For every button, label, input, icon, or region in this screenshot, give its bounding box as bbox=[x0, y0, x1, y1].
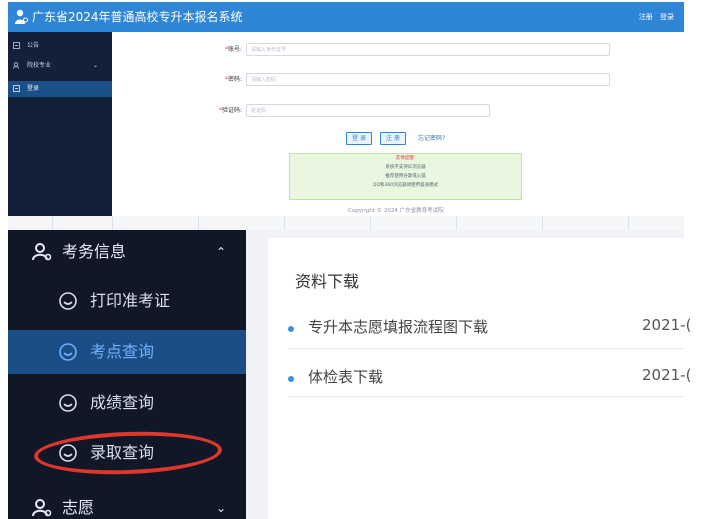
sidebar-item-label: 公告 bbox=[27, 42, 40, 49]
notice-title: 友情提醒: bbox=[395, 156, 416, 161]
divider-strip bbox=[8, 216, 684, 230]
list-item[interactable]: 体检表下载 2021-( bbox=[288, 366, 691, 396]
chevron-down-icon: ⌄ bbox=[215, 501, 226, 515]
sidebar-item-label: 考点查询 bbox=[90, 342, 155, 361]
notice-line: 推荐使用谷歌或火狐 bbox=[385, 174, 426, 179]
register-link[interactable]: 注册 bbox=[639, 13, 653, 21]
account-input[interactable]: 请输入身份证号 bbox=[246, 43, 610, 56]
notice-line: QQ和360浏览器请使用极速模式 bbox=[372, 183, 439, 188]
sidebar-item-login[interactable]: 登录 bbox=[8, 81, 112, 97]
notice-line: 系统不支持IE浏览器 bbox=[385, 165, 426, 170]
item-date: 2021-( bbox=[642, 366, 692, 384]
login-link[interactable]: 登录 bbox=[660, 13, 674, 21]
bullet-icon bbox=[288, 326, 294, 332]
face-icon bbox=[59, 394, 77, 412]
download-link[interactable]: 专升本志愿填报流程图下载 bbox=[308, 316, 488, 337]
chevron-up-icon: ⌃ bbox=[215, 245, 226, 259]
system-title: 广东省2024年普通高校专升本报名系统 bbox=[32, 10, 243, 24]
divider bbox=[288, 396, 684, 397]
sidebar-small: 公告 院校专业 ⌄ 登录 bbox=[8, 32, 112, 216]
password-input[interactable]: 请输入密码 bbox=[246, 73, 610, 86]
sidebar-item-label: 打印准考证 bbox=[90, 291, 171, 310]
section-preference[interactable]: 志愿 ⌄ bbox=[8, 486, 246, 519]
section-title: 考务信息 bbox=[62, 242, 127, 261]
notice-icon bbox=[13, 42, 20, 49]
item-date: 2021-( bbox=[642, 316, 692, 334]
divider bbox=[288, 348, 684, 349]
downloads-card: 资料下载 专升本志愿填报流程图下载 2021-( 体检表下载 2021-( bbox=[268, 238, 691, 519]
sidebar-item-print-admission[interactable]: 打印准考证 bbox=[8, 279, 246, 323]
notice-box: 友情提醒: 系统不支持IE浏览器 推荐使用谷歌或火狐 QQ和360浏览器请使用极… bbox=[289, 153, 522, 200]
section-title: 志愿 bbox=[62, 498, 95, 517]
sidebar-item-label: 院校专业 bbox=[27, 62, 52, 69]
user-icon bbox=[32, 243, 52, 261]
captcha-label: *验证码: bbox=[218, 107, 242, 114]
bullet-icon bbox=[288, 376, 294, 382]
section-exam-info[interactable]: 考务信息 ⌃ bbox=[8, 230, 246, 274]
login-page-screenshot: 广东省2024年普通高校专升本报名系统 注册 登录 公告 院校专业 ⌄ 登录 *… bbox=[8, 2, 684, 216]
chevron-down-icon: ⌄ bbox=[92, 62, 98, 69]
download-link[interactable]: 体检表下载 bbox=[308, 366, 383, 387]
face-icon bbox=[59, 343, 77, 361]
forgot-password-link[interactable]: 忘记密码? bbox=[418, 132, 445, 145]
copyright-text: Copyright © 2024 广东省教育考试院 bbox=[348, 208, 444, 214]
top-header-bar: 广东省2024年普通高校专升本报名系统 注册 登录 bbox=[8, 2, 684, 32]
school-icon bbox=[13, 62, 19, 69]
sidebar-item-school-majors[interactable]: 院校专业 ⌄ bbox=[8, 58, 112, 74]
account-label: *账号: bbox=[224, 46, 242, 53]
login-button[interactable]: 登 录 bbox=[346, 132, 372, 145]
user-icon bbox=[32, 499, 52, 517]
password-label: *密码: bbox=[224, 76, 242, 83]
sidebar-item-notice[interactable]: 公告 bbox=[8, 38, 112, 54]
sidebar-large: 考务信息 ⌃ 打印准考证 考点查询 成绩查询 录取查询 志愿 ⌄ bbox=[8, 230, 246, 519]
login-form: *账号: 请输入身份证号 *密码: 请输入密码 *验证码: 验证码 登 录 注 … bbox=[112, 32, 684, 216]
user-logo-icon bbox=[15, 9, 28, 24]
login-icon bbox=[13, 85, 20, 92]
downloads-title: 资料下载 bbox=[295, 272, 360, 291]
sidebar-item-score-query[interactable]: 成绩查询 bbox=[8, 381, 246, 425]
sidebar-item-label: 成绩查询 bbox=[90, 393, 155, 412]
sidebar-item-label: 登录 bbox=[27, 85, 40, 92]
content-panel: 资料下载 专升本志愿填报流程图下载 2021-( 体检表下载 2021-( bbox=[246, 230, 691, 519]
register-button[interactable]: 注 册 bbox=[380, 132, 406, 145]
face-icon bbox=[59, 292, 77, 310]
sidebar-item-exam-site-query[interactable]: 考点查询 bbox=[8, 330, 246, 374]
captcha-input[interactable]: 验证码 bbox=[246, 104, 490, 117]
list-item[interactable]: 专升本志愿填报流程图下载 2021-( bbox=[288, 316, 691, 346]
